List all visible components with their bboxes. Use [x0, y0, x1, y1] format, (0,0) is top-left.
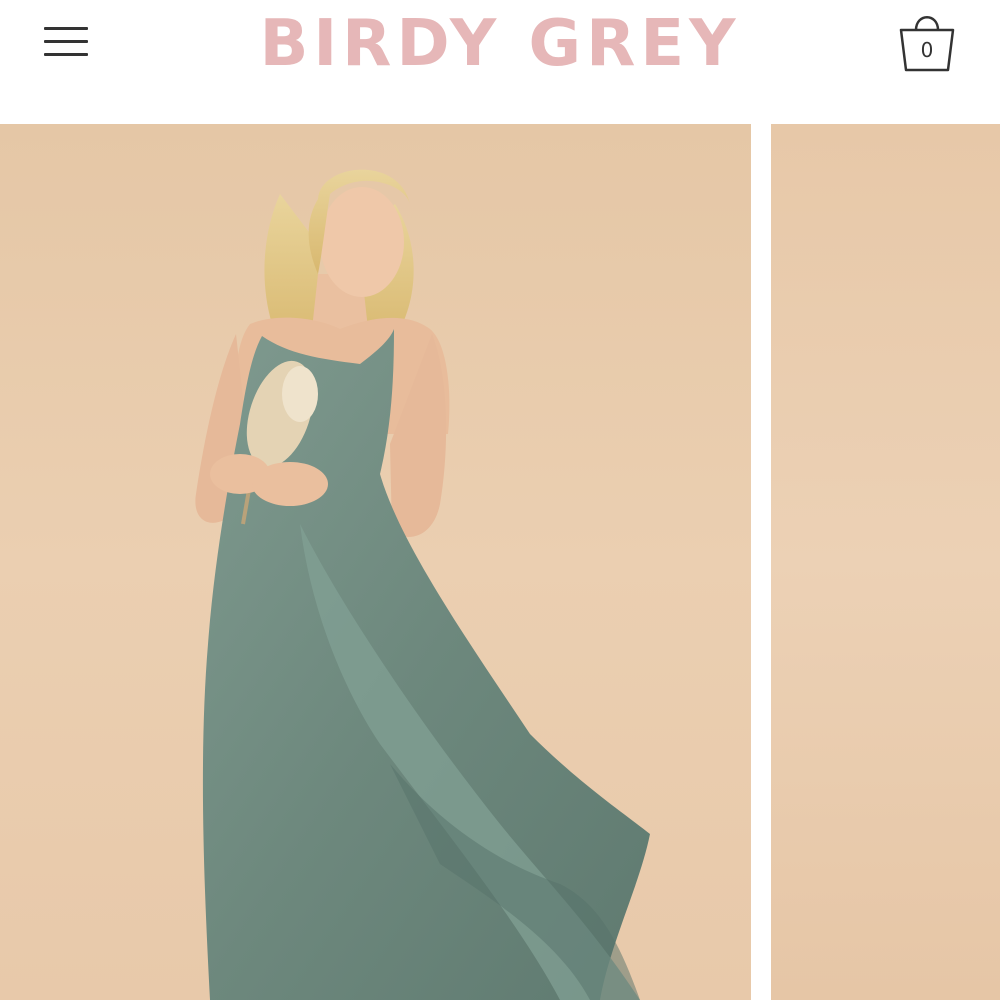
- product-image-carousel[interactable]: [0, 124, 1000, 1000]
- model-photo: [195, 169, 650, 1000]
- brand-logo[interactable]: BIRDY GREY: [200, 2, 800, 86]
- product-image-main[interactable]: [0, 124, 751, 1000]
- site-header: BIRDY GREY 0: [0, 0, 1000, 124]
- product-image-next[interactable]: [771, 124, 1000, 1000]
- hamburger-menu-icon[interactable]: [36, 20, 96, 64]
- cart-count-badge: 0: [920, 38, 934, 62]
- shopping-bag-button[interactable]: 0: [896, 10, 960, 76]
